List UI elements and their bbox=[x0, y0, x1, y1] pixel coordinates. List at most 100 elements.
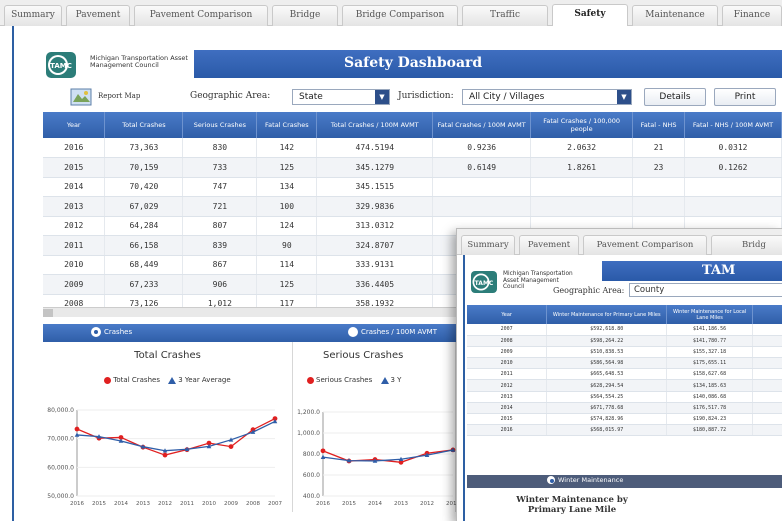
report-map-icon[interactable] bbox=[70, 88, 92, 106]
table-cell: $180,887.72 bbox=[666, 424, 754, 437]
tab-safety[interactable]: Safety bbox=[552, 4, 628, 26]
table-row[interactable]: 2013 $564,554.25 $140,086.68 bbox=[467, 391, 782, 403]
table-row[interactable]: 2013 67,029 721 100 329.9836 bbox=[43, 196, 782, 217]
col-header-fatal-per-people[interactable]: Fatal Crashes / 100,000 people bbox=[530, 112, 634, 138]
jurisdiction-select[interactable]: All City / Villages ▼ bbox=[462, 89, 632, 105]
overlay-page-title: TAM bbox=[702, 263, 736, 278]
geographic-area-select[interactable]: State ▼ bbox=[292, 89, 390, 105]
table-row[interactable]: 2012 $628,294.54 $134,185.63 bbox=[467, 379, 782, 392]
col-header-extra[interactable] bbox=[752, 305, 782, 324]
dropdown-arrow-icon[interactable]: ▼ bbox=[375, 90, 389, 104]
table-row[interactable]: 2010 $586,564.98 $175,655.11 bbox=[467, 357, 782, 370]
table-row[interactable]: 2015 70,159 733 125 345.1279 0.6149 1.8261 23 0.… bbox=[43, 157, 782, 178]
legend-3-year-average[interactable]: 3 Year Average bbox=[178, 376, 230, 384]
dropdown-arrow-icon[interactable]: ▼ bbox=[617, 90, 631, 104]
table-row[interactable]: 2014 70,420 747 134 345.1515 bbox=[43, 177, 782, 197]
table-row[interactable]: 2014 $671,778.68 $176,517.78 bbox=[467, 402, 782, 415]
table-row[interactable]: 2015 $574,828.96 $190,824.23 bbox=[467, 413, 782, 426]
table-cell: 0.6149 bbox=[432, 157, 532, 178]
report-map-label[interactable]: Report Map bbox=[98, 92, 140, 100]
tab-pavement[interactable]: Pavement bbox=[66, 5, 130, 26]
overlay-tab-pavement-comparison[interactable]: Pavement Comparison bbox=[583, 235, 707, 255]
table-cell: 114 bbox=[256, 255, 318, 275]
red-circle-legend-icon bbox=[307, 376, 314, 384]
table-row[interactable]: 2009 $510,838.53 $155,327.18 bbox=[467, 346, 782, 359]
table-row[interactable]: 2016 $568,015.97 $180,887.72 bbox=[467, 424, 782, 437]
total-crashes-line-chart: 80,000.0 70,000.0 60,000.0 50,000.02016 2015… bbox=[47, 407, 282, 507]
tab-bridge[interactable]: Bridge bbox=[272, 5, 338, 26]
table-cell: $158,627.68 bbox=[666, 368, 754, 381]
chart-tab-winter-maintenance-label: Winter Maintenance bbox=[558, 476, 624, 484]
tab-bridge-comparison[interactable]: Bridge Comparison bbox=[342, 5, 458, 26]
y-tick-label: 600.0 bbox=[303, 472, 320, 479]
table-cell: $628,294.54 bbox=[546, 379, 668, 392]
table-row[interactable]: 2007 $592,618.80 $141,186.56 bbox=[467, 324, 782, 336]
col-header-fatal-nhs[interactable]: Fatal - NHS bbox=[632, 112, 686, 138]
col-header-fatal-crashes[interactable]: Fatal Crashes bbox=[256, 112, 318, 138]
table-cell: 2014 bbox=[467, 402, 548, 415]
tab-finance[interactable]: Finance bbox=[722, 5, 782, 26]
table-cell: 2015 bbox=[467, 413, 548, 426]
table-cell: 336.4405 bbox=[316, 274, 434, 295]
blue-triangle-legend-icon bbox=[168, 376, 177, 384]
y-tick-label: 1,000.0 bbox=[297, 430, 320, 437]
table-cell: 2016 bbox=[467, 424, 548, 437]
table-cell: 21 bbox=[632, 138, 686, 158]
table-cell: 345.1279 bbox=[316, 157, 434, 178]
details-button[interactable]: Details bbox=[644, 88, 706, 106]
chart-tab-crashes[interactable]: Crashes bbox=[91, 327, 132, 337]
x-tick-label: 2013 bbox=[136, 501, 150, 507]
col-header-fatal-crashes-avmt[interactable]: Fatal Crashes / 100M AVMT bbox=[432, 112, 532, 138]
col-header-fatal-nhs-avmt[interactable]: Fatal - NHS / 100M AVMT bbox=[684, 112, 782, 138]
radio-unselected-icon[interactable] bbox=[348, 327, 358, 337]
col-header-total-crashes[interactable]: Total Crashes bbox=[104, 112, 184, 138]
col-header-year[interactable]: Year bbox=[467, 305, 548, 324]
col-header-winter-primary[interactable]: Winter Maintenance for Primary Lane Mile… bbox=[546, 305, 668, 324]
table-cell: 2010 bbox=[467, 357, 548, 370]
chart-tab-crashes-avmt-label: Crashes / 100M AVMT bbox=[361, 328, 437, 336]
col-header-year[interactable]: Year bbox=[43, 112, 106, 138]
jurisdiction-label: Jurisdiction: bbox=[398, 91, 454, 101]
tab-maintenance[interactable]: Maintenance bbox=[632, 5, 718, 26]
tab-summary[interactable]: Summary bbox=[4, 5, 62, 26]
tab-traffic[interactable]: Traffic bbox=[462, 5, 548, 26]
col-header-winter-local[interactable]: Winter Maintenance for Local Lane Miles bbox=[666, 305, 754, 324]
main-tab-bar: Summary Pavement Pavement Comparison Bri… bbox=[0, 0, 782, 26]
table-cell: 67,029 bbox=[104, 196, 184, 217]
legend-total-crashes[interactable]: Total Crashes bbox=[113, 376, 160, 384]
table-cell bbox=[752, 324, 782, 336]
overlay-chart-tab-bar: Winter Maintenance bbox=[467, 475, 782, 488]
overlay-geographic-area-select[interactable]: County bbox=[629, 283, 782, 297]
geographic-area-label: Geographic Area: bbox=[190, 91, 271, 101]
overlay-tab-pavement[interactable]: Pavement bbox=[519, 235, 579, 255]
chart-tab-winter-maintenance[interactable]: Winter Maintenance bbox=[547, 476, 623, 484]
table-cell: $564,554.25 bbox=[546, 391, 668, 403]
print-button[interactable]: Print bbox=[714, 88, 776, 106]
col-header-total-crashes-avmt[interactable]: Total Crashes / 100M AVMT bbox=[316, 112, 434, 138]
table-cell: 100 bbox=[256, 196, 318, 217]
radio-selected-icon[interactable] bbox=[91, 327, 101, 337]
tab-pavement-comparison[interactable]: Pavement Comparison bbox=[134, 5, 268, 26]
overlay-tab-summary[interactable]: Summary bbox=[461, 235, 515, 255]
table-cell: $598,264.22 bbox=[546, 335, 668, 347]
table-row[interactable]: 2011 $665,648.53 $158,627.68 bbox=[467, 368, 782, 381]
table-cell: 67,233 bbox=[104, 274, 184, 295]
table-cell: $510,838.53 bbox=[546, 346, 668, 359]
table-cell bbox=[632, 177, 686, 197]
chart-tab-crashes-avmt[interactable]: Crashes / 100M AVMT bbox=[348, 327, 437, 337]
table-row[interactable]: 2008 $598,264.22 $141,780.77 bbox=[467, 335, 782, 347]
col-header-serious-crashes[interactable]: Serious Crashes bbox=[182, 112, 258, 138]
legend-3-y[interactable]: 3 Y bbox=[391, 376, 402, 384]
logo-mark-text: TAMC bbox=[50, 62, 72, 70]
radio-selected-icon[interactable] bbox=[547, 476, 555, 484]
table-cell bbox=[432, 177, 532, 197]
y-tick-label: 1,200.0 bbox=[297, 409, 320, 416]
data-point-circle bbox=[162, 452, 168, 458]
y-tick-label: 70,000.0 bbox=[47, 436, 74, 443]
table-cell: $140,086.68 bbox=[666, 391, 754, 403]
overlay-tab-bridge[interactable]: Bridg bbox=[711, 235, 782, 255]
scroll-left-arrow-icon[interactable] bbox=[43, 309, 53, 317]
table-row[interactable]: 2016 73,363 830 142 474.5194 0.9236 2.0632 21 0.… bbox=[43, 138, 782, 158]
overlay-geographic-area-label: Geographic Area: bbox=[553, 286, 625, 295]
legend-serious-crashes[interactable]: Serious Crashes bbox=[316, 376, 372, 384]
